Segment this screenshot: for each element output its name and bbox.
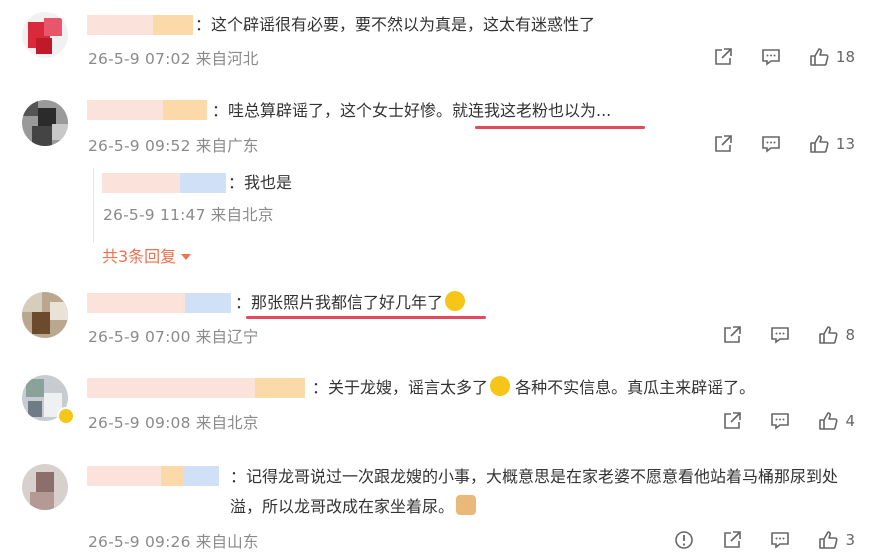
comment-meta: 26-5-9 07:02 来自河北 — [88, 47, 259, 69]
comment-location: 来自山东 — [195, 533, 259, 551]
comment-text: ：那张照片我都信了好几年了 — [235, 288, 466, 318]
comment-button[interactable] — [760, 133, 782, 155]
comment-time: 26-5-9 07:02 — [88, 50, 191, 68]
highlight-underline — [246, 316, 486, 319]
share-button[interactable] — [721, 529, 743, 551]
comment-time: 26-5-9 09:52 — [88, 137, 191, 155]
caret-down-icon — [181, 254, 192, 260]
laughing-crying-emoji-icon — [445, 291, 466, 311]
comment-meta: 26-5-9 09:08 来自北京 — [88, 411, 259, 433]
highlight-underline — [475, 126, 645, 129]
like-count: 4 — [845, 412, 855, 430]
share-icon — [724, 326, 742, 343]
comment-actions: 13 — [686, 133, 855, 155]
report-button[interactable] — [673, 529, 695, 551]
comment-icon — [762, 136, 780, 153]
comment-time: 26-5-9 09:08 — [88, 414, 191, 432]
username[interactable] — [87, 100, 207, 120]
comment-meta: 26-5-9 09:26 来自山东 — [88, 530, 259, 552]
thumbs-up-icon — [819, 412, 839, 430]
more-replies-link[interactable]: 共3条回复 — [102, 243, 192, 267]
comment-actions: 8 — [695, 324, 855, 346]
comment-meta: 26-5-9 09:52 来自广东 — [88, 134, 259, 156]
share-button[interactable] — [712, 133, 734, 155]
avatar[interactable] — [22, 464, 68, 510]
thumbs-up-icon — [810, 48, 829, 66]
comment-location: 来自河北 — [195, 50, 259, 68]
comment-icon — [762, 49, 780, 66]
avatar[interactable] — [22, 292, 68, 338]
thumbs-up-emoji-icon — [456, 495, 477, 515]
share-icon — [724, 412, 742, 429]
comment-text: ：关于龙嫂，谣言太多了 各种不实信息。真瓜主来辟谣了。 — [312, 373, 755, 403]
username[interactable] — [87, 293, 231, 313]
comment-time: 26-5-9 07:00 — [88, 328, 191, 346]
comment-actions: 18 — [686, 46, 855, 68]
comment-text-continued: 各种不实信息。真瓜主来辟谣了。 — [510, 378, 756, 397]
comment-button[interactable] — [769, 324, 791, 346]
share-button[interactable] — [712, 46, 734, 68]
share-icon — [724, 531, 742, 548]
username[interactable] — [87, 378, 305, 398]
share-icon — [715, 48, 732, 65]
exclamation-circle-icon — [675, 531, 694, 549]
comment-text: ：哇总算辟谣了，这个女士好惨。就连我这老粉也以为... — [212, 101, 612, 120]
like-count: 18 — [835, 48, 855, 66]
comment-button[interactable] — [760, 46, 782, 68]
like-count: 3 — [845, 531, 855, 549]
like-count: 8 — [845, 326, 855, 344]
thumbs-up-icon — [819, 326, 839, 344]
reply-time: 26-5-9 11:47 — [103, 206, 206, 224]
comment-location: 来自北京 — [195, 414, 259, 432]
username[interactable] — [102, 173, 226, 193]
more-replies-label: 共3条回复 — [102, 247, 177, 266]
comment-icon — [771, 532, 790, 549]
comment-location: 来自辽宁 — [195, 328, 259, 346]
share-icon — [715, 135, 732, 152]
comment-text-body: ：那张照片我都信了好几年了 — [235, 293, 444, 312]
avatar[interactable] — [22, 100, 68, 146]
comment-text: ：记得龙哥说过一次跟龙嫂的小事，大概意思是在家老婆不愿意看他站着马桶那尿到处溢，… — [230, 462, 850, 522]
comment-text-body: ：关于龙嫂，谣言太多了 — [312, 378, 489, 397]
comment-location: 来自广东 — [195, 137, 259, 155]
comment-actions: 4 — [695, 410, 855, 432]
comment-button[interactable] — [769, 529, 791, 551]
like-button[interactable]: 18 — [808, 46, 855, 68]
username[interactable] — [87, 466, 219, 486]
comment-actions: 3 — [647, 529, 855, 551]
thumbs-up-icon — [819, 531, 839, 549]
like-button[interactable]: 8 — [817, 324, 855, 346]
comment-meta: 26-5-9 07:00 来自辽宁 — [88, 325, 259, 347]
comment-text-body: ：记得龙哥说过一次跟龙嫂的小事，大概意思是在家老婆不愿意看他站着马桶那尿到处溢，… — [230, 467, 839, 516]
reply-text: ：我也是 — [228, 173, 293, 192]
crying-emoji-icon — [490, 376, 511, 396]
username[interactable] — [87, 15, 193, 35]
comment-button[interactable] — [769, 410, 791, 432]
comment-time: 26-5-9 09:26 — [88, 533, 191, 551]
like-button[interactable]: 3 — [817, 529, 855, 551]
verified-badge-icon — [57, 407, 75, 425]
share-button[interactable] — [721, 410, 743, 432]
reply-meta: 26-5-9 11:47 来自北京 — [103, 203, 274, 225]
reply-item: ：我也是 26-5-9 11:47 来自北京 — [93, 168, 854, 243]
like-button[interactable]: 4 — [817, 410, 855, 432]
like-button[interactable]: 13 — [808, 133, 855, 155]
comment-text: ：这个辟谣很有必要，要不然以为真是，这太有迷惑性了 — [195, 15, 596, 34]
comment-icon — [771, 413, 790, 430]
comment-icon — [771, 327, 790, 344]
avatar[interactable] — [22, 12, 68, 58]
thumbs-up-icon — [810, 135, 829, 153]
share-button[interactable] — [721, 324, 743, 346]
like-count: 13 — [835, 135, 855, 153]
reply-location: 来自北京 — [210, 206, 274, 224]
